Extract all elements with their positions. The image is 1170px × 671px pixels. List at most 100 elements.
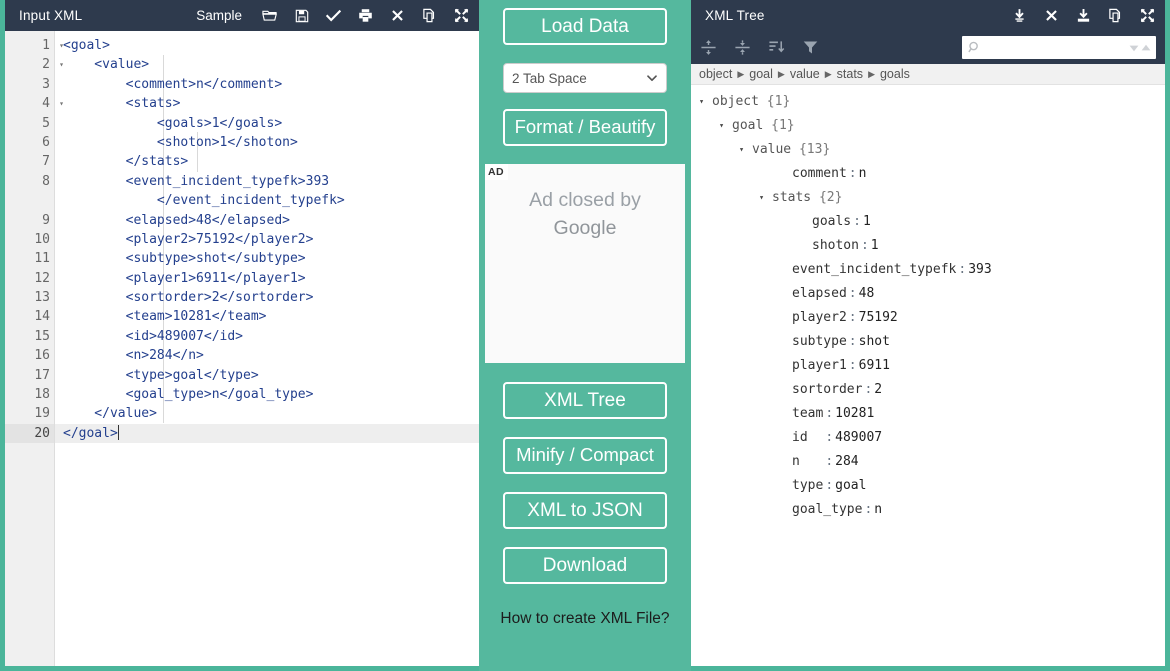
tree-node[interactable]: team:10281 [691, 402, 1165, 426]
tree-node[interactable]: id :489007 [691, 426, 1165, 450]
code-line[interactable]: <stats> [55, 94, 479, 113]
caret-down-icon[interactable]: ▾ [699, 90, 712, 114]
indent-select[interactable]: 2 Tab Space [503, 63, 667, 93]
code-line[interactable]: <id>489007</id> [55, 327, 479, 346]
tree-node[interactable]: comment:n [691, 162, 1165, 186]
search-icon [968, 41, 981, 54]
code-line[interactable]: <elapsed>48</elapsed> [55, 211, 479, 230]
tree-node[interactable]: ▾goal {1} [691, 114, 1165, 138]
code-line[interactable]: <sortorder>2</sortorder> [55, 288, 479, 307]
code-line[interactable]: <goals>1</goals> [55, 114, 479, 133]
xml-tree-button[interactable]: XML Tree [503, 382, 667, 419]
code-line[interactable]: <event_incident_typefk>393 [55, 172, 479, 191]
tree-node[interactable]: goal_type:n [691, 498, 1165, 522]
code-line[interactable]: </goal> [55, 424, 479, 443]
tree-node-key: sortorder [792, 378, 862, 402]
xml-code-editor[interactable]: 1▾2▾34▾567891011121314151617181920 <goal… [5, 31, 479, 666]
tree-node-key: goals [812, 210, 851, 234]
how-to-create-xml-link[interactable]: How to create XML File? [495, 607, 675, 631]
fullscreen-icon[interactable] [1140, 8, 1155, 23]
line-number: 1▾ [5, 36, 54, 55]
clear-close-icon[interactable] [390, 8, 405, 23]
code-line[interactable]: <goal_type>n</goal_type> [55, 385, 479, 404]
load-data-button[interactable]: Load Data [503, 8, 667, 45]
search-input[interactable] [981, 40, 1128, 56]
code-line[interactable]: <subtype>shot</subtype> [55, 249, 479, 268]
code-line[interactable]: <comment>n</comment> [55, 75, 479, 94]
nav-down-icon[interactable] [1128, 41, 1140, 54]
code-line[interactable]: <goal> [55, 36, 479, 55]
tree-node-value: 489007 [835, 426, 882, 450]
tree-node-value: n [874, 498, 882, 522]
download-button[interactable]: Download [503, 547, 667, 584]
breadcrumb-segment[interactable]: object [699, 67, 732, 81]
tree-node[interactable]: sortorder:2 [691, 378, 1165, 402]
tree-node-value: shot [859, 330, 890, 354]
tree-node-colon: : [823, 402, 835, 426]
xml-formatter-app: Input XML Sample [0, 0, 1170, 671]
tree-node[interactable]: player2:75192 [691, 306, 1165, 330]
expand-all-icon[interactable] [700, 39, 717, 56]
tree-node-value: 1 [871, 234, 879, 258]
fullscreen-icon[interactable] [454, 8, 469, 23]
format-beautify-button[interactable]: Format / Beautify [503, 109, 667, 146]
caret-down-icon[interactable]: ▾ [759, 186, 772, 210]
tree-node-colon: : [851, 210, 863, 234]
code-line[interactable]: <shoton>1</shoton> [55, 133, 479, 152]
line-number: 4▾ [5, 94, 54, 113]
breadcrumb-segment[interactable]: goals [880, 67, 910, 81]
tree-node[interactable]: subtype:shot [691, 330, 1165, 354]
tree-node[interactable]: type:goal [691, 474, 1165, 498]
caret-down-icon[interactable]: ▾ [719, 114, 732, 138]
tree-node[interactable]: ▾value {13} [691, 138, 1165, 162]
tree-node[interactable]: ▾stats {2} [691, 186, 1165, 210]
tree-node-colon: : [847, 306, 859, 330]
tree-node[interactable]: goals:1 [691, 210, 1165, 234]
copy-icon[interactable] [1108, 8, 1123, 23]
tree-node-colon: : [847, 354, 859, 378]
tree-node[interactable]: shoton:1 [691, 234, 1165, 258]
code-line[interactable]: <player1>6911</player1> [55, 269, 479, 288]
tree-node[interactable]: player1:6911 [691, 354, 1165, 378]
sample-button[interactable]: Sample [196, 8, 242, 23]
caret-down-icon[interactable]: ▾ [739, 138, 752, 162]
xml-to-json-button[interactable]: XML to JSON [503, 492, 667, 529]
nav-up-icon[interactable] [1140, 41, 1152, 54]
validate-check-icon[interactable] [326, 8, 341, 23]
collapse-down-icon[interactable] [1012, 8, 1027, 23]
tree-node[interactable]: ▾object {1} [691, 90, 1165, 114]
tree-node[interactable]: event_incident_typefk:393 [691, 258, 1165, 282]
code-line[interactable]: </value> [55, 404, 479, 423]
code-line[interactable]: </stats> [55, 152, 479, 171]
copy-icon[interactable] [422, 8, 437, 23]
filter-icon[interactable] [802, 39, 819, 56]
minify-compact-button[interactable]: Minify / Compact [503, 437, 667, 474]
close-icon[interactable] [1044, 8, 1059, 23]
save-icon[interactable] [294, 8, 309, 23]
sort-icon[interactable] [768, 39, 785, 56]
print-icon[interactable] [358, 8, 373, 23]
breadcrumb-segment[interactable]: stats [837, 67, 863, 81]
code-content[interactable]: <goal> <value> <comment>n</comment> <sta… [55, 31, 479, 666]
code-line[interactable]: <type>goal</type> [55, 366, 479, 385]
tree-node-key: player1 [792, 354, 847, 378]
open-folder-icon[interactable] [262, 8, 277, 23]
tree-node[interactable]: n :284 [691, 450, 1165, 474]
tree-node-key: type [792, 474, 823, 498]
tree-node-key: team [792, 402, 823, 426]
xml-tree-view[interactable]: ▾object {1}▾goal {1}▾value {13}comment:n… [691, 85, 1165, 666]
code-line[interactable]: <n>284</n> [55, 346, 479, 365]
breadcrumb-segment[interactable]: value [790, 67, 820, 81]
tree-search-box[interactable] [962, 36, 1156, 59]
code-line[interactable]: <player2>75192</player2> [55, 230, 479, 249]
tree-node[interactable]: elapsed:48 [691, 282, 1165, 306]
code-line[interactable]: <team>10281</team> [55, 307, 479, 326]
breadcrumb-segment[interactable]: goal [749, 67, 773, 81]
code-line[interactable]: </event_incident_typefk> [55, 191, 479, 210]
collapse-all-icon[interactable] [734, 39, 751, 56]
line-number: 12 [5, 269, 54, 288]
download-icon[interactable] [1076, 8, 1091, 23]
line-number [5, 191, 54, 210]
xml-tree-title: XML Tree [705, 8, 765, 23]
code-line[interactable]: <value> [55, 55, 479, 74]
